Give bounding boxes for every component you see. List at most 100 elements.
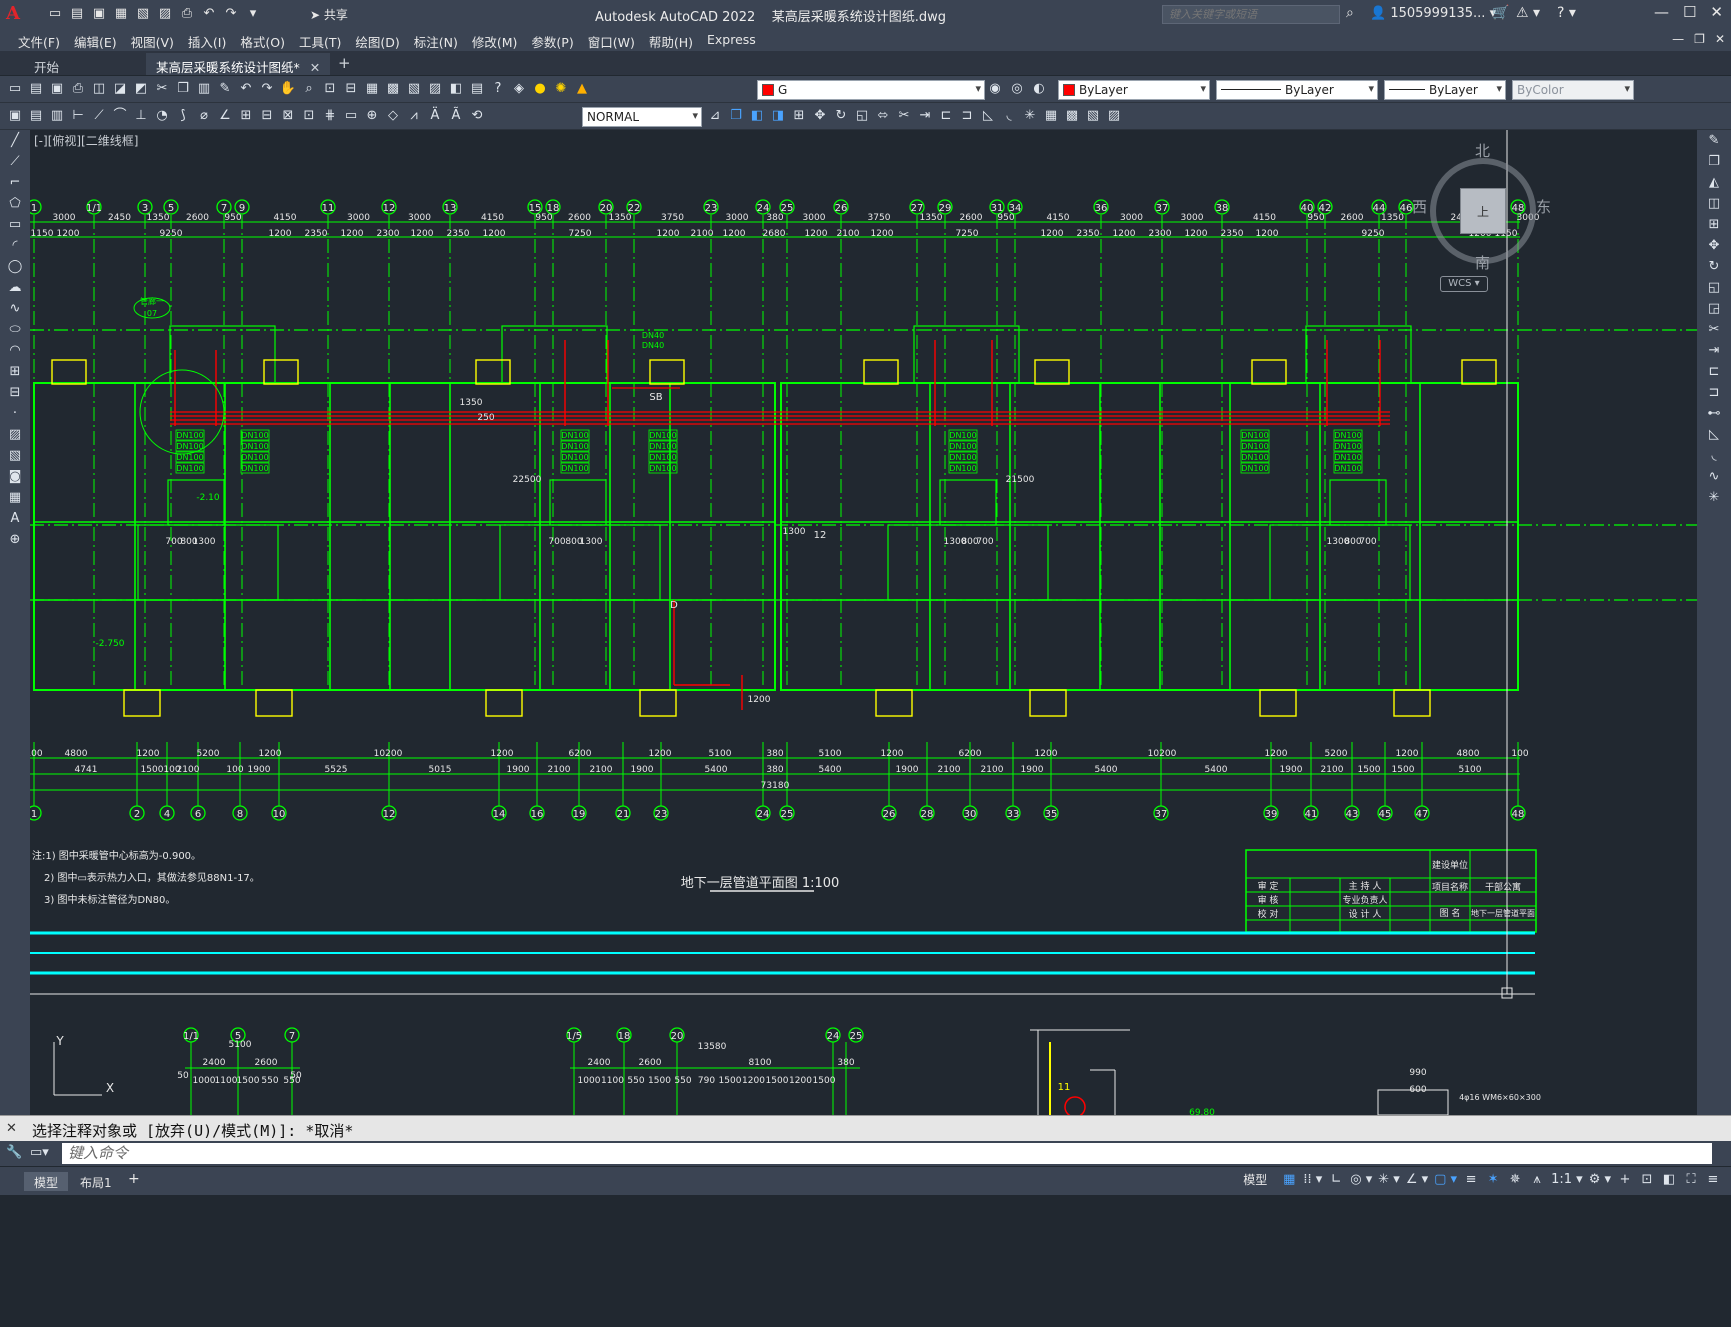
point-icon[interactable]: · <box>4 404 26 424</box>
move-icon-r[interactable]: ✥ <box>1703 236 1725 256</box>
rotate-icon[interactable]: ↻ <box>832 107 850 125</box>
linear-dim-icon[interactable]: ⊢ <box>69 107 87 125</box>
chamfer-icon-r[interactable]: ◺ <box>1703 425 1725 445</box>
offset-icon-r[interactable]: ◫ <box>1703 194 1725 214</box>
autocad-logo-icon[interactable]: A <box>6 3 26 25</box>
search-icon[interactable]: ⌕ <box>1346 5 1354 21</box>
layer-match-icon[interactable]: ◐ <box>1030 80 1048 98</box>
match-prop-icon[interactable]: ✎ <box>216 80 234 98</box>
command-input[interactable] <box>62 1143 1712 1164</box>
customize-wrench-icon[interactable]: 🔧 <box>6 1145 22 1160</box>
drawing-canvas[interactable]: [-][俯视][二维线框] 1 1/1 3 5 7 9 11 12 13 15 18 20 22 23 24… <box>30 130 1697 1115</box>
copy-icon[interactable]: ❐ <box>174 80 192 98</box>
save-icon-2[interactable]: ▣ <box>48 80 66 98</box>
units-icon[interactable]: ⊡ <box>1639 1172 1655 1187</box>
hatch-icon-2[interactable]: ▨ <box>4 425 26 445</box>
layer-on-icon[interactable]: ● <box>531 80 549 98</box>
plot-icon[interactable]: ⎙ <box>69 80 87 98</box>
menu-parametric[interactable]: 参数(P) <box>529 29 585 51</box>
tolerance-icon[interactable]: ▭ <box>342 107 360 125</box>
angular-icon[interactable]: ∠ <box>216 107 234 125</box>
publish-icon[interactable]: ◪ <box>111 80 129 98</box>
make-current-icon[interactable]: ◉ <box>986 80 1004 98</box>
extend-icon[interactable]: ⇥ <box>916 107 934 125</box>
ortho-icon[interactable]: ∟ <box>1328 1172 1344 1187</box>
undo-icon[interactable]: ↶ <box>200 5 218 23</box>
continue-icon[interactable]: ⊠ <box>279 107 297 125</box>
menu-edit[interactable]: 编辑(E) <box>72 29 129 51</box>
linetype-combo[interactable]: ByLayer ▾ <box>1216 80 1378 100</box>
break-icon[interactable]: ⊏ <box>937 107 955 125</box>
copy-obj-icon[interactable]: ❐ <box>727 107 745 125</box>
dimstyle-icon[interactable]: ⊿ <box>706 107 724 125</box>
layer-combo[interactable]: G ▾ <box>757 80 985 100</box>
navcube-east[interactable]: 东 <box>1536 196 1551 217</box>
markup-icon[interactable]: ◧ <box>447 80 465 98</box>
color-combo[interactable]: ByLayer ▾ <box>1058 80 1210 100</box>
menu-window[interactable]: 窗口(W) <box>586 29 647 51</box>
hatch-icon[interactable]: ▩ <box>1063 107 1081 125</box>
zoom-previous-icon[interactable]: ⊟ <box>342 80 360 98</box>
plotstyle-combo[interactable]: ByColor ▾ <box>1512 80 1634 100</box>
tool-b-icon[interactable]: ▤ <box>27 107 45 125</box>
rectangle-icon[interactable]: ▭ <box>4 215 26 235</box>
help-icon[interactable]: ? ▾ <box>1557 5 1576 21</box>
open-icon[interactable]: ▤ <box>27 80 45 98</box>
grid-icon[interactable]: ▦ <box>1281 1172 1297 1187</box>
add-icon[interactable]: + <box>1617 1172 1633 1187</box>
command-close-icon[interactable]: ✕ <box>6 1121 17 1136</box>
sheet-set-icon[interactable]: ▨ <box>426 80 444 98</box>
tool-palettes-icon[interactable]: ▧ <box>405 80 423 98</box>
dim-break-icon[interactable]: ⋕ <box>321 107 339 125</box>
array-icon-r[interactable]: ⊞ <box>1703 215 1725 235</box>
zoom-realtime-icon[interactable]: ⌕ <box>300 80 318 98</box>
lineweight-combo[interactable]: ByLayer ▾ <box>1384 80 1506 100</box>
help-icon-2[interactable]: ? <box>489 80 507 98</box>
properties-icon[interactable]: ▦ <box>363 80 381 98</box>
customize-qat-icon[interactable]: ▾ <box>244 5 262 23</box>
table-icon[interactable]: ▦ <box>4 488 26 508</box>
menu-express[interactable]: Express <box>705 29 768 51</box>
3d-print-icon[interactable]: ◩ <box>132 80 150 98</box>
add-layout-icon[interactable]: + <box>128 1171 140 1187</box>
trim-icon-r[interactable]: ✂ <box>1703 320 1725 340</box>
mtext-icon[interactable]: A <box>4 509 26 529</box>
share-button[interactable]: ➤ 共享 <box>310 6 348 23</box>
save-as-icon[interactable]: ▦ <box>112 5 130 23</box>
polar-icon[interactable]: ◎ ▾ <box>1350 1172 1372 1187</box>
dim-text-edit-icon[interactable]: Ã <box>447 107 465 125</box>
mirror-icon[interactable]: ◧ <box>748 107 766 125</box>
annotation-monitor-icon[interactable]: ✶ <box>1485 1172 1501 1187</box>
isodraft-icon[interactable]: ✳ ▾ <box>1378 1172 1400 1187</box>
radius-icon[interactable]: ◔ <box>153 107 171 125</box>
cut-icon[interactable]: ✂ <box>153 80 171 98</box>
tab-layout1[interactable]: 布局1 <box>70 1172 122 1191</box>
open-web-icon[interactable]: ▧ <box>134 5 152 23</box>
baseline-icon[interactable]: ⊟ <box>258 107 276 125</box>
ellipse-arc-icon[interactable]: ◠ <box>4 341 26 361</box>
workspace-gear-icon[interactable]: ⚙ ▾ <box>1589 1172 1611 1187</box>
help-search-input[interactable] <box>1162 5 1340 24</box>
annotation-scale[interactable]: 1:1 ▾ <box>1551 1172 1583 1187</box>
gradient-icon[interactable]: ▧ <box>1084 107 1102 125</box>
insert-block-icon[interactable]: ⊞ <box>4 362 26 382</box>
menu-insert[interactable]: 插入(I) <box>186 29 238 51</box>
array-icon[interactable]: ⊞ <box>790 107 808 125</box>
blend-icon[interactable]: ∿ <box>1703 467 1725 487</box>
diameter-icon[interactable]: ⌀ <box>195 107 213 125</box>
tab-drawing[interactable]: 某高层采暖系统设计图纸* ✕ <box>146 53 331 75</box>
auto-scale-icon[interactable]: ⩚ <box>1529 1172 1545 1187</box>
doc-minimize-icon[interactable]: — <box>1672 32 1684 46</box>
gradient-icon-2[interactable]: ▧ <box>4 446 26 466</box>
fillet-icon[interactable]: ◟ <box>1000 107 1018 125</box>
command-prompt-icon[interactable]: ▭▾ <box>30 1145 49 1160</box>
menu-file[interactable]: 文件(F) <box>16 29 72 51</box>
ellipse-icon[interactable]: ⬭ <box>4 320 26 340</box>
jogged-icon[interactable]: ⟆ <box>174 107 192 125</box>
osnap-tracking-icon[interactable]: ∠ ▾ <box>1406 1172 1428 1187</box>
layer-previous-icon[interactable]: ◎ <box>1008 80 1026 98</box>
menu-view[interactable]: 视图(V) <box>129 29 186 51</box>
arc-icon[interactable]: ◜ <box>4 236 26 256</box>
center-mark-icon[interactable]: ⊕ <box>363 107 381 125</box>
undo-icon-2[interactable]: ↶ <box>237 80 255 98</box>
